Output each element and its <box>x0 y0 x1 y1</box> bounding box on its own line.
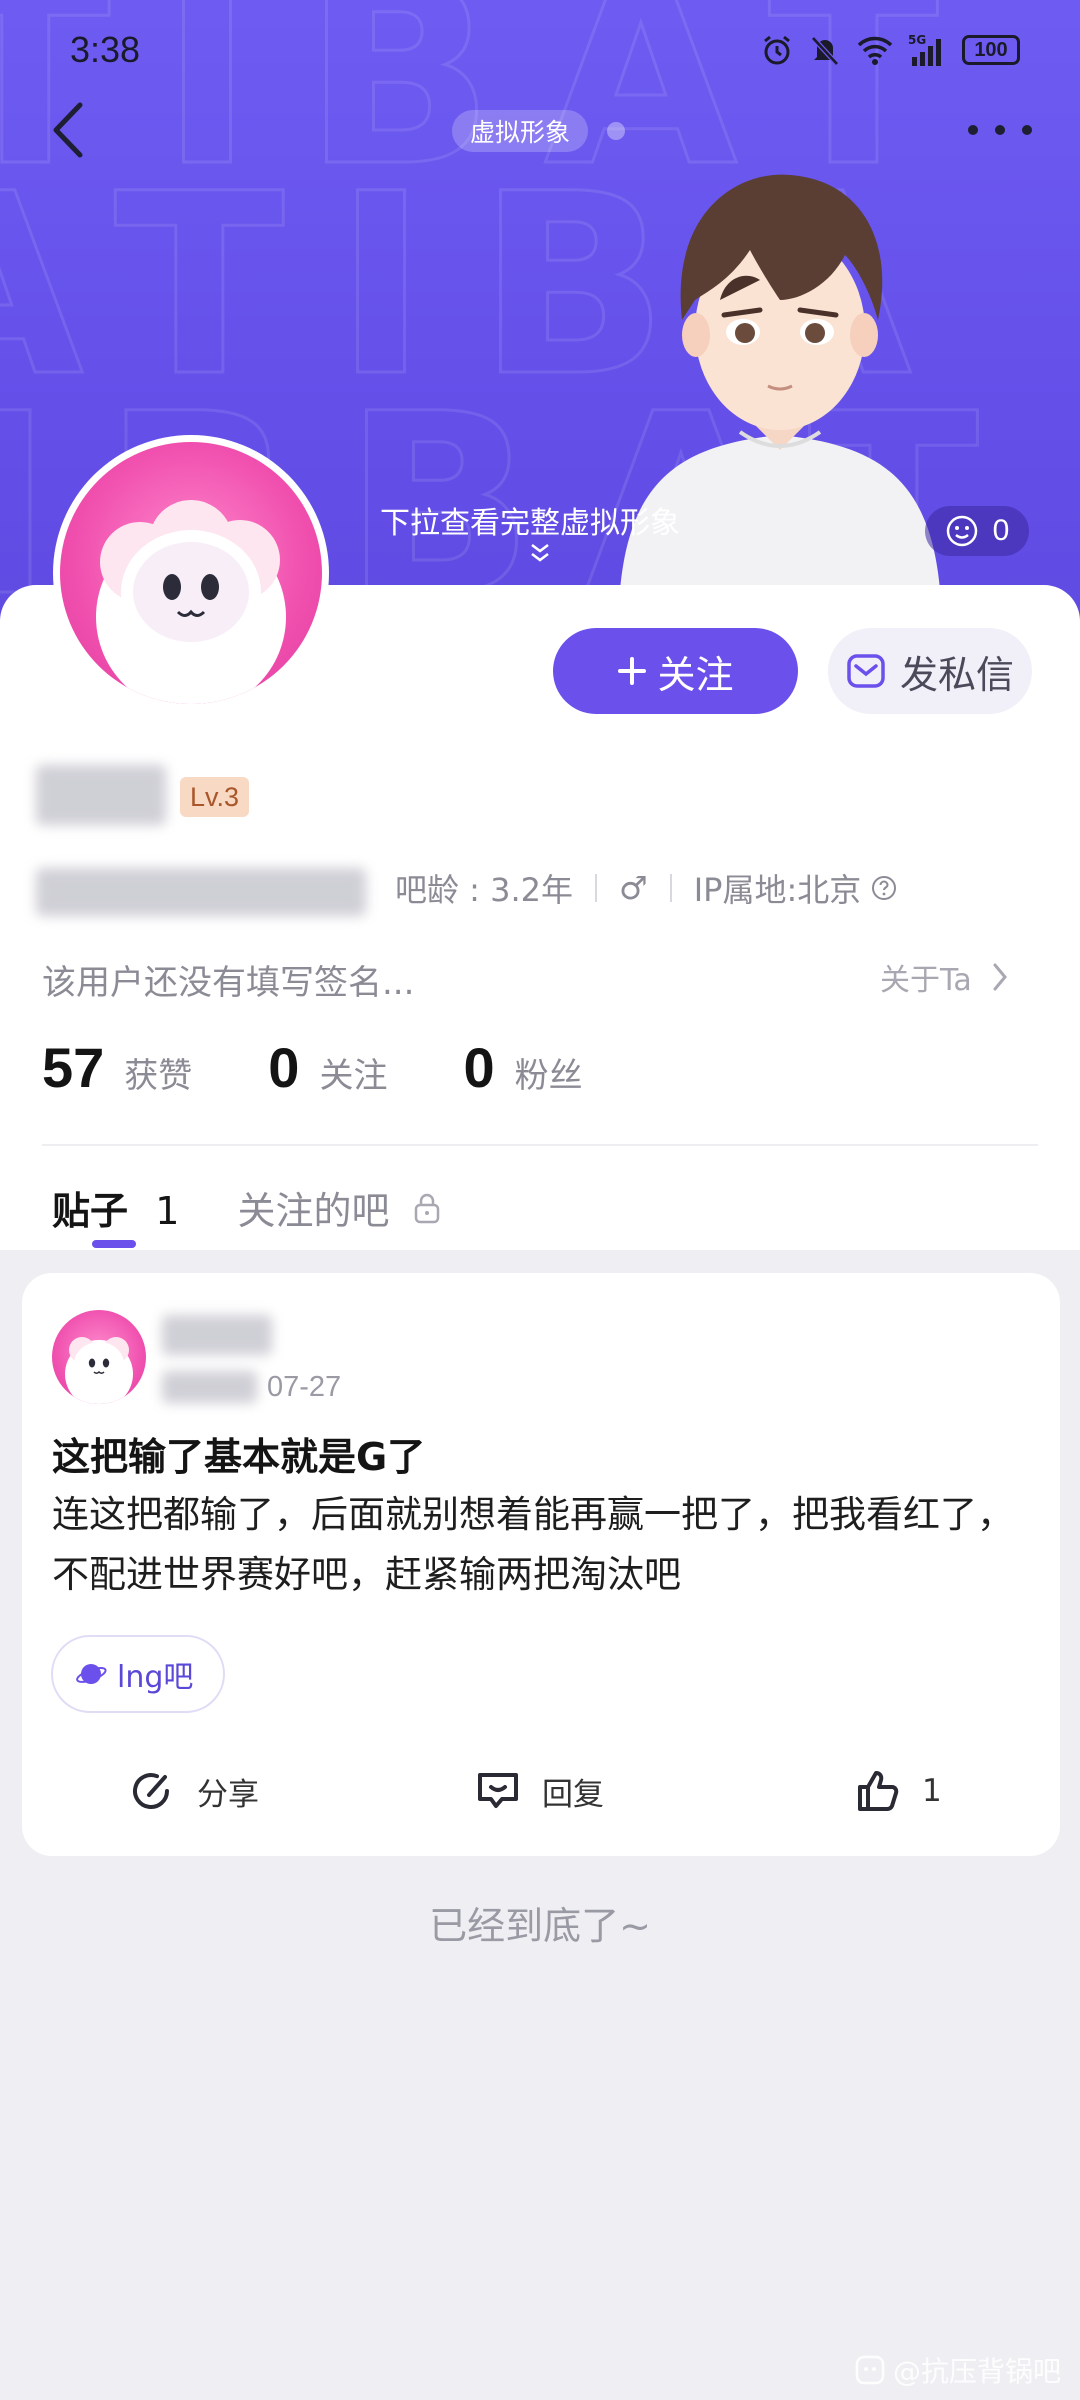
smile-icon <box>946 515 977 547</box>
post-author-bar-redacted <box>162 1371 257 1403</box>
end-of-list-text: 已经到底了~ <box>429 1904 651 1948</box>
like-count: 1 <box>922 1773 942 1809</box>
like-button[interactable]: 1 <box>852 1751 942 1831</box>
stat-following[interactable]: 0 关注 <box>268 1035 387 1100</box>
follow-button[interactable]: 关注 <box>553 628 798 714</box>
stat-value: 57 <box>42 1036 105 1099</box>
stat-label: 粉丝 <box>514 1056 583 1096</box>
help-icon[interactable] <box>871 875 897 901</box>
wifi-icon <box>857 36 893 65</box>
post-author-avatar[interactable] <box>52 1310 146 1404</box>
more-dot <box>968 125 978 135</box>
avatar-mode-tag[interactable]: 虚拟形象 <box>452 110 589 152</box>
mail-icon <box>847 654 885 688</box>
more-dot <box>1022 125 1032 135</box>
tab-followed-bars-label: 关注的吧 <box>237 1189 390 1233</box>
avatar-like-count: 0 <box>992 514 1010 547</box>
about-label: 关于Ta <box>880 963 972 998</box>
watermark-credit: @抗压背锅吧 <box>855 2350 1061 2390</box>
sheep-mascot-icon <box>65 1337 133 1404</box>
share-icon <box>133 1773 169 1810</box>
username-redacted <box>36 765 166 825</box>
tab-posts[interactable]: 贴子 1 <box>52 1180 180 1248</box>
battery-indicator: 100 <box>962 35 1020 65</box>
alarm-icon <box>764 35 790 65</box>
forum-tag[interactable]: lng吧 <box>51 1635 226 1713</box>
bar-age: 吧龄 : 3.2年 <box>395 871 574 909</box>
profile-stats: 57 获赞 0 关注 0 粉丝 <box>42 1035 659 1100</box>
avatar[interactable] <box>53 435 329 711</box>
comment-icon <box>478 1773 518 1808</box>
tag-indicator-dot <box>607 122 625 140</box>
status-time: 3:38 <box>70 29 141 70</box>
profile-meta: 吧龄 : 3.2年 ♂ IP属地:北京 <box>395 865 897 911</box>
user-signature: 该用户还没有填写签名... <box>42 963 415 1003</box>
meta-divider <box>669 874 672 902</box>
tab-posts-count: 1 <box>155 1189 180 1233</box>
send-message-button[interactable]: 发私信 <box>828 628 1032 714</box>
stat-fans[interactable]: 0 粉丝 <box>463 1035 582 1100</box>
signal-icon: 5G <box>908 33 941 66</box>
profile-tabs: 贴子 1 关注的吧 <box>52 1180 441 1248</box>
avatar-image <box>60 442 322 704</box>
section-divider <box>42 1144 1038 1146</box>
post-actions: 分享 回复 1 <box>22 1751 1060 1831</box>
status-icons: 5G 100 <box>760 33 1020 67</box>
gender-icon: ♂ <box>619 869 648 907</box>
share-label: 分享 <box>197 1776 259 1813</box>
share-button[interactable]: 分享 <box>127 1751 259 1831</box>
planet-icon <box>76 1664 107 1684</box>
lock-icon <box>415 1193 440 1223</box>
level-badge: Lv.3 <box>180 777 250 817</box>
post-author-name-redacted <box>162 1315 272 1355</box>
pull-hint-text: 下拉查看完整虚拟形象 <box>380 506 680 541</box>
stat-value: 0 <box>463 1036 495 1099</box>
tab-active-indicator <box>92 1240 136 1248</box>
thumbs-up-icon <box>858 1771 899 1811</box>
stat-value: 0 <box>268 1036 300 1099</box>
sheep-mascot-icon <box>96 500 286 704</box>
follow-button-label: 关注 <box>657 652 734 697</box>
tab-followed-bars[interactable]: 关注的吧 <box>237 1180 441 1235</box>
mute-bell-icon <box>811 36 839 66</box>
status-bar: 3:38 5G 100 <box>0 0 1080 100</box>
tieba-logo-icon <box>855 2355 885 2385</box>
post-title[interactable]: 这把输了基本就是G了 <box>52 1426 425 1481</box>
forum-tag-label: lng吧 <box>117 1660 194 1695</box>
chevron-right-icon <box>993 963 1007 991</box>
stat-likes[interactable]: 57 获赞 <box>42 1035 192 1100</box>
send-message-label: 发私信 <box>899 652 1014 697</box>
reply-label: 回复 <box>542 1776 604 1813</box>
avatar-like-chip[interactable]: 0 <box>925 506 1029 556</box>
stat-label: 获赞 <box>124 1056 193 1096</box>
post-card[interactable]: 07-27 这把输了基本就是G了 连这把都输了，后面就别想着能再赢一把了，把我看… <box>22 1273 1060 1856</box>
post-date: 07-27 <box>267 1371 342 1403</box>
ip-location: IP属地:北京 <box>693 871 862 909</box>
chevron-down-icon <box>531 544 549 562</box>
about-link[interactable]: 关于Ta <box>880 955 1008 999</box>
credit-text: @抗压背锅吧 <box>893 2355 1062 2388</box>
svg-text:5G: 5G <box>908 33 926 47</box>
tab-posts-label: 贴子 <box>52 1189 129 1233</box>
meta-divider <box>595 874 598 902</box>
user-id-redacted <box>36 868 366 916</box>
more-dot <box>995 125 1005 135</box>
reply-button[interactable]: 回复 <box>472 1751 604 1831</box>
stat-label: 关注 <box>319 1056 388 1096</box>
post-body[interactable]: 连这把都输了，后面就别想着能再赢一把了，把我看红了，不配进世界赛好吧，赶紧输两把… <box>52 1485 1042 1605</box>
back-arrow-icon <box>53 102 83 158</box>
more-options-button[interactable] <box>968 115 1032 145</box>
plus-icon <box>618 657 647 685</box>
back-button[interactable] <box>50 95 110 165</box>
